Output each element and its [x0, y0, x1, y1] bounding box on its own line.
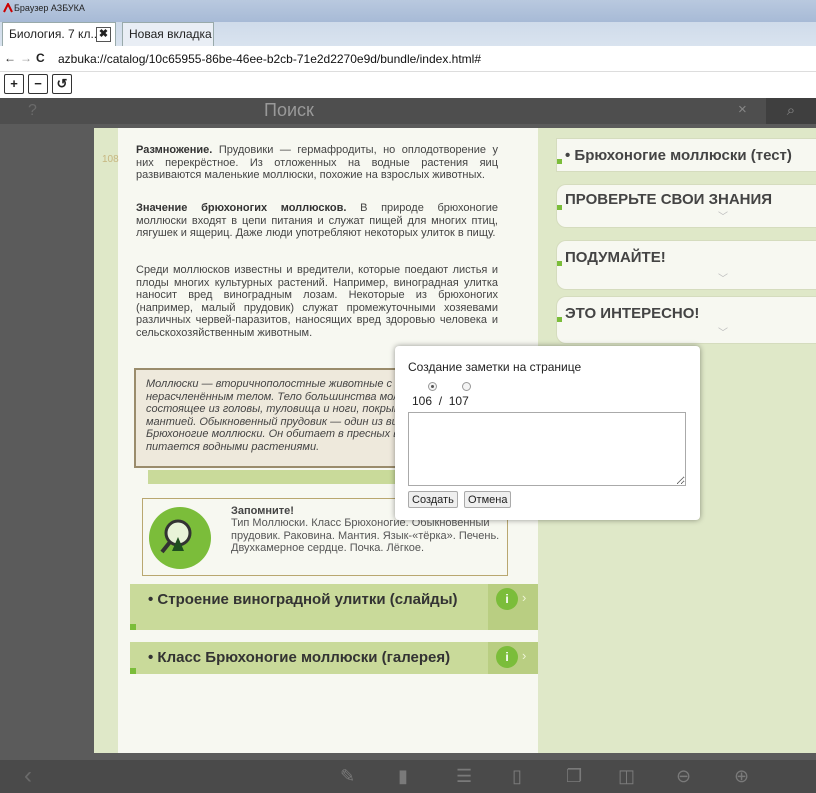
zoom-in-icon[interactable]: ⊕ [734, 766, 749, 787]
search-bar: ? Поиск × ⌕ [0, 98, 816, 124]
corner-marker [557, 205, 562, 210]
corner-marker [557, 159, 562, 164]
accordion-interesting[interactable]: ЭТО ИНТЕРЕСНО! ﹀ [556, 296, 816, 344]
info-icon: i [496, 588, 518, 610]
pencil-icon[interactable]: ✎ [340, 766, 355, 787]
page-b-radio[interactable] [462, 382, 471, 391]
tab-new[interactable]: Новая вкладка [122, 22, 214, 46]
zoom-out-icon[interactable]: ⊖ [676, 766, 691, 787]
url-field[interactable]: azbuka://catalog/10c65955-86be-46ee-b2cb… [58, 52, 481, 66]
clear-search-icon[interactable]: × [738, 101, 747, 118]
app-name: Браузер АЗБУКА [14, 3, 85, 13]
page-separator: / [438, 394, 443, 408]
address-bar: ← → C azbuka://catalog/10c65955-86be-46e… [0, 46, 816, 72]
chevron-down-icon: ﹀ [718, 212, 728, 223]
zoom-out-button[interactable]: − [28, 74, 48, 94]
corner-marker [557, 261, 562, 266]
chevron-down-icon: ﹀ [718, 274, 728, 285]
tab-biology[interactable]: Биология. 7 кл... ✖ [2, 22, 116, 46]
chevron-right-icon: › [522, 648, 527, 663]
gallery-button-label: • Строение виноградной улитки (слайды) [148, 591, 458, 608]
page-number: 108 [102, 154, 119, 165]
zoom-in-button[interactable]: + [4, 74, 24, 94]
zoom-reset-button[interactable]: ↺ [52, 74, 72, 94]
zoom-toolbar: + − ↺ [0, 72, 816, 98]
paragraph-heading: Значение брюхоногих моллюсков. [136, 202, 347, 214]
corner-marker [130, 668, 136, 674]
dialog-title: Создание заметки на странице [408, 360, 582, 374]
forward-icon[interactable]: → [20, 51, 32, 65]
magnifier-tree-icon [149, 507, 211, 569]
remember-title: Запомните! [231, 505, 294, 517]
remember-text: Тип Моллюски. Класс Брюхоногие. Обыкнове… [231, 517, 500, 554]
page-icon[interactable]: ▯ [512, 766, 522, 787]
cancel-button[interactable]: Отмена [464, 491, 512, 508]
info-icon: i [496, 646, 518, 668]
search-button[interactable]: ⌕ [766, 98, 816, 124]
close-tab-icon[interactable]: ✖ [96, 27, 111, 42]
gallery-button-gastropods[interactable]: • Класс Брюхоногие моллюски (галерея) i … [130, 642, 538, 674]
paragraph-pests: Среди моллюсков известны и вредители, ко… [136, 264, 498, 339]
book-icon[interactable]: ◫ [618, 766, 635, 787]
accordion-test[interactable]: • Брюхоногие моллюски (тест) [556, 138, 816, 172]
accordion-title: ЭТО ИНТЕРЕСНО! [565, 305, 700, 322]
reload-icon[interactable]: C [36, 51, 45, 65]
accordion-title: ПОДУМАЙТЕ! [565, 249, 666, 266]
accordion-check-knowledge[interactable]: ПРОВЕРЬТЕ СВОИ ЗНАНИЯ ﹀ [556, 184, 816, 228]
accordion-think[interactable]: ПОДУМАЙТЕ! ﹀ [556, 240, 816, 290]
azbuka-logo-icon [3, 3, 13, 13]
copy-icon[interactable]: ❐ [566, 766, 582, 787]
paragraph-heading: Размножение. [136, 144, 213, 156]
accordion-title: ПРОВЕРЬТЕ СВОИ ЗНАНИЯ [565, 191, 773, 208]
create-note-dialog: Создание заметки на странице 106 / 107 С… [395, 346, 700, 520]
bottom-toolbar: ‹ ✎ ▮ ☰ ▯ ❐ ◫ ⊖ ⊕ [0, 760, 816, 793]
corner-marker [130, 624, 136, 630]
gallery-button-snail-slides[interactable]: • Строение виноградной улитки (слайды) i… [130, 584, 538, 630]
page-a-label: 106 [412, 394, 433, 408]
gallery-button-label: • Класс Брюхоногие моллюски (галерея) [148, 649, 451, 666]
pages-label: 106 / 107 [412, 394, 469, 408]
note-textarea[interactable] [408, 412, 686, 486]
paragraph-reproduction: Размножение. Прудовики — гермафродиты, н… [136, 144, 498, 182]
window-titlebar: Браузер АЗБУКА [0, 0, 816, 22]
bookmark-icon[interactable]: ▮ [398, 766, 408, 787]
search-input[interactable]: Поиск [264, 100, 764, 122]
page-b-label: 107 [448, 394, 469, 408]
page-a-radio[interactable] [428, 382, 437, 391]
paragraph-significance: Значение брюхоногих моллюсков. В природе… [136, 202, 498, 240]
tab-label: Биология. 7 кл... [9, 27, 101, 41]
help-icon[interactable]: ? [28, 102, 37, 120]
chevron-right-icon: › [522, 590, 527, 605]
previous-page-icon[interactable]: ‹ [24, 762, 32, 790]
list-icon[interactable]: ☰ [456, 766, 472, 787]
accordion-title: • Брюхоногие моллюски (тест) [565, 147, 792, 164]
back-icon[interactable]: ← [4, 51, 16, 65]
create-button[interactable]: Создать [408, 491, 458, 508]
corner-marker [557, 317, 562, 322]
chevron-down-icon: ﹀ [718, 328, 728, 339]
tab-label: Новая вкладка [129, 27, 212, 41]
paragraph-text: Среди моллюсков известны и вредители, ко… [136, 264, 498, 339]
